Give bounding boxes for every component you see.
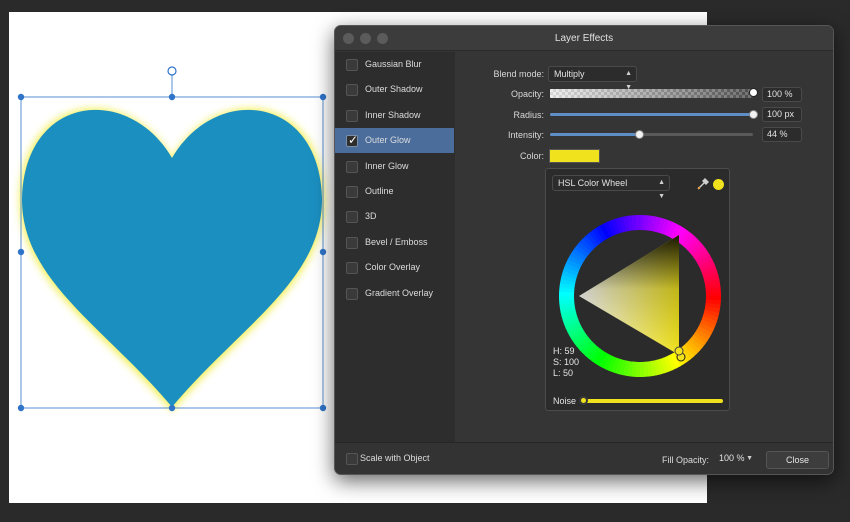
radius-label: Radius: <box>513 110 544 120</box>
effect-item-outer-shadow[interactable]: Outer Shadow <box>335 77 454 102</box>
effect-label: Gaussian Blur <box>365 59 422 69</box>
intensity-label: Intensity: <box>507 130 544 140</box>
effect-label: Bevel / Emboss <box>365 237 428 247</box>
effect-checkbox[interactable] <box>346 84 358 96</box>
selection-handle[interactable] <box>17 248 25 256</box>
blend-mode-value: Multiply <box>554 69 585 79</box>
selection-handle[interactable] <box>168 93 176 101</box>
color-picker-panel: HSL Color Wheel ▲ ▼ H: 59 S: 100 L: 50 No… <box>545 168 730 411</box>
effect-item-inner-shadow[interactable]: Inner Shadow <box>335 103 454 128</box>
effect-checkbox[interactable]: ✓ <box>346 133 359 147</box>
scale-with-object-checkbox[interactable] <box>346 453 358 465</box>
fill-opacity-label: Fill Opacity: <box>662 455 710 465</box>
color-swatch[interactable] <box>549 149 600 163</box>
effect-label: Outer Glow <box>365 135 411 145</box>
fill-opacity-dropdown[interactable]: 100 % ▼ <box>714 451 757 467</box>
noise-slider-knob[interactable] <box>579 396 588 405</box>
intensity-value[interactable]: 44 % <box>762 127 802 142</box>
effect-item-3d[interactable]: 3D <box>335 204 454 229</box>
checkmark-icon: ✓ <box>348 133 359 147</box>
effect-item-gaussian-blur[interactable]: Gaussian Blur <box>335 52 454 77</box>
effect-checkbox[interactable] <box>346 186 358 198</box>
opacity-label: Opacity: <box>510 89 544 99</box>
effect-label: Outline <box>365 186 394 196</box>
effect-label: Color Overlay <box>365 262 421 272</box>
dialog-footer: Scale with Object Fill Opacity: 100 % ▼ … <box>335 442 833 474</box>
opacity-slider[interactable] <box>550 88 758 98</box>
color-label: Color: <box>519 151 544 161</box>
effect-label: Inner Glow <box>365 161 409 171</box>
heart-shape[interactable] <box>21 109 323 407</box>
effect-item-outline[interactable]: Outline <box>335 179 454 204</box>
opacity-value[interactable]: 100 % <box>762 87 802 102</box>
effect-checkbox[interactable] <box>346 211 358 223</box>
selection-handle[interactable] <box>17 404 25 412</box>
effect-label: Outer Shadow <box>365 84 423 94</box>
selection-handle[interactable] <box>168 404 176 412</box>
effect-checkbox[interactable] <box>346 262 358 274</box>
effect-label: 3D <box>365 211 377 221</box>
selection-handle[interactable] <box>17 93 25 101</box>
lightness-readout: L: 50 <box>553 368 574 378</box>
saturation-readout: S: 100 <box>553 357 580 367</box>
close-button[interactable]: Close <box>766 451 829 469</box>
effect-checkbox[interactable] <box>346 237 358 249</box>
effect-checkbox[interactable] <box>346 288 358 300</box>
effect-item-bevel-emboss[interactable]: Bevel / Emboss <box>335 230 454 255</box>
opacity-slider-knob[interactable] <box>749 88 758 97</box>
chevron-down-icon: ▼ <box>746 455 753 462</box>
scale-with-object-label: Scale with Object <box>360 453 430 463</box>
effects-list: Gaussian Blur Outer Shadow Inner Shadow … <box>335 52 455 442</box>
effect-label: Inner Shadow <box>365 110 421 120</box>
noise-slider[interactable] <box>579 396 723 405</box>
effect-item-outer-glow[interactable]: ✓ Outer Glow <box>335 128 454 153</box>
title-bar[interactable]: Layer Effects <box>335 26 833 51</box>
dialog-title: Layer Effects <box>554 33 614 44</box>
hue-readout: H: 59 <box>553 346 575 356</box>
radius-slider-knob[interactable] <box>749 110 758 119</box>
hsl-color-wheel[interactable] <box>546 169 731 412</box>
selection-handle[interactable] <box>319 93 327 101</box>
effect-checkbox[interactable] <box>346 161 358 173</box>
selection-handle[interactable] <box>319 248 327 256</box>
blend-mode-label: Blend mode: <box>493 69 544 79</box>
sl-marker[interactable] <box>674 346 684 356</box>
effect-label: Gradient Overlay <box>365 288 434 298</box>
noise-label: Noise <box>553 396 577 406</box>
effect-item-gradient-overlay[interactable]: Gradient Overlay <box>335 281 454 306</box>
blend-mode-dropdown[interactable]: Multiply ▲ ▼ <box>548 66 637 91</box>
effect-checkbox[interactable] <box>346 59 358 71</box>
radius-slider[interactable] <box>550 110 758 119</box>
rotation-handle[interactable] <box>167 66 177 76</box>
radius-value[interactable]: 100 px <box>762 107 802 122</box>
fill-opacity-value: 100 % <box>719 453 745 463</box>
effect-item-color-overlay[interactable]: Color Overlay <box>335 255 454 280</box>
intensity-slider[interactable] <box>550 130 753 139</box>
selection-handle[interactable] <box>319 404 327 412</box>
effect-checkbox[interactable] <box>346 110 358 122</box>
effect-item-inner-glow[interactable]: Inner Glow <box>335 154 454 179</box>
